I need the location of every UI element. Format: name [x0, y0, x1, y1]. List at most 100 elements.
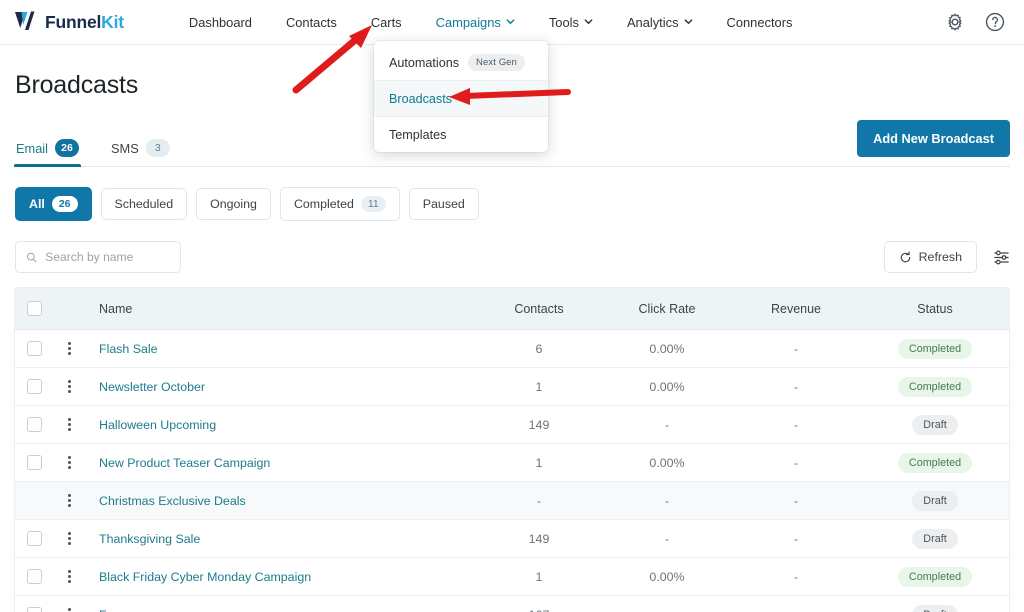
table-row[interactable]: New Product Teaser Campaign 1 0.00% - Comple… [15, 444, 1009, 482]
nav-item-tools[interactable]: Tools [532, 9, 610, 36]
table-row[interactable]: Free course167--Draft [15, 596, 1009, 612]
nav-item-label: Connectors [726, 14, 793, 30]
filter-pill-ongoing[interactable]: Ongoing [196, 188, 271, 220]
status-badge: Completed [897, 338, 973, 359]
add-new-broadcast-button[interactable]: Add New Broadcast [857, 120, 1010, 157]
top-nav-actions [944, 11, 1006, 33]
row-actions-menu-button[interactable] [53, 342, 85, 355]
tab-email[interactable]: Email 26 [14, 139, 81, 167]
kebab-menu-icon [67, 418, 71, 431]
row-actions-menu-button[interactable] [53, 380, 85, 393]
row-select-cell [15, 455, 53, 470]
search-box[interactable] [15, 241, 181, 273]
nav-item-label: Contacts [285, 14, 337, 30]
row-revenue-cell: - [793, 341, 799, 356]
table-row[interactable]: Newsletter October 1 0.00% - Completed [15, 368, 1009, 406]
table-row[interactable]: Flash Sale 6 0.00% - Completed [15, 330, 1009, 368]
nav-item-connectors[interactable]: Connectors [710, 9, 810, 36]
row-contacts-cell: 1 [535, 455, 543, 470]
row-checkbox[interactable] [26, 455, 42, 470]
table-row[interactable]: Thanksgiving Sale 149 - - Draft [15, 520, 1009, 558]
row-checkbox[interactable] [26, 417, 42, 432]
kebab-menu-icon [67, 494, 71, 507]
search-input[interactable] [45, 250, 170, 264]
filter-pill-badge: 11 [360, 196, 386, 212]
row-click-rate-cell: - [664, 493, 670, 508]
nav-item-carts[interactable]: Carts [354, 9, 419, 36]
column-header-name[interactable]: Name [85, 302, 475, 316]
column-header-revenue[interactable]: Revenue [731, 302, 861, 316]
funnelkit-logo[interactable]: FunnelKit [14, 10, 124, 34]
nav-item-contacts[interactable]: Contacts [269, 9, 354, 36]
filter-pill-all[interactable]: All 26 [15, 187, 92, 221]
dropdown-item-automations[interactable]: Automations Next Gen [374, 45, 548, 80]
status-filter-pills: All 26 Scheduled Ongoing Completed 11 Pa… [14, 167, 1010, 221]
row-select-cell [15, 417, 53, 432]
tab-sms[interactable]: SMS 3 [109, 139, 172, 166]
status-badge: Draft [912, 604, 958, 612]
table-body: Flash Sale 6 0.00% - Completed Newsletter Oct… [15, 330, 1009, 612]
row-checkbox[interactable] [26, 379, 42, 394]
sliders-icon[interactable] [993, 249, 1010, 266]
row-name-cell: Black Friday Cyber Monday Campaign [85, 570, 475, 584]
broadcast-name-link[interactable]: Free course [99, 608, 165, 612]
row-status-cell: Completed [861, 376, 1009, 397]
row-status-cell: Completed [861, 338, 1009, 359]
broadcast-name-link[interactable]: New Product Teaser Campaign [99, 456, 270, 470]
row-click-rate-cell: - [603, 608, 731, 612]
row-name-cell: Thanksgiving Sale [85, 532, 475, 546]
row-actions-menu-button[interactable] [53, 418, 85, 431]
broadcast-name-link[interactable]: Thanksgiving Sale [99, 532, 200, 546]
row-actions-menu-button[interactable] [53, 494, 85, 507]
row-click-rate-cell: - [664, 417, 670, 432]
broadcast-name-link[interactable]: Newsletter October [99, 380, 205, 394]
kebab-menu-icon [67, 456, 71, 469]
logo-text-kit: Kit [101, 11, 124, 32]
row-checkbox[interactable] [26, 531, 42, 546]
broadcast-name-link[interactable]: Christmas Exclusive Deals [99, 494, 246, 508]
filter-pill-paused[interactable]: Paused [408, 188, 479, 220]
broadcast-name-link[interactable]: Halloween Upcoming [99, 418, 216, 432]
broadcast-name-link[interactable]: Flash Sale [99, 342, 158, 356]
filter-pill-label: All [29, 197, 45, 211]
nav-item-analytics[interactable]: Analytics [610, 9, 710, 36]
row-contacts-cell: 149 [528, 531, 550, 546]
nav-item-dashboard[interactable]: Dashboard [172, 9, 269, 36]
toolbar-actions: Refresh [883, 241, 1010, 273]
nav-item-label: Campaigns [435, 14, 501, 30]
chevron-down-icon [684, 18, 692, 24]
filter-pill-completed[interactable]: Completed 11 [279, 187, 400, 221]
help-circle-icon[interactable] [984, 11, 1006, 33]
row-actions-menu-button[interactable] [53, 608, 85, 612]
row-actions-menu-button[interactable] [53, 532, 85, 545]
table-row[interactable]: Christmas Exclusive Deals - - - Draft [15, 482, 1009, 520]
table-row[interactable]: Black Friday Cyber Monday Campaign 1 0.00%… [15, 558, 1009, 596]
column-header-contacts[interactable]: Contacts [475, 302, 603, 316]
row-revenue-cell: - [793, 531, 799, 546]
row-checkbox[interactable] [26, 607, 42, 612]
row-checkbox[interactable] [26, 341, 42, 356]
tab-label: Email [16, 140, 48, 156]
nav-item-campaigns[interactable]: Campaigns [419, 9, 532, 36]
row-revenue-cell: - [793, 455, 799, 470]
kebab-menu-icon [67, 608, 71, 612]
filter-pill-scheduled[interactable]: Scheduled [100, 188, 188, 220]
column-header-click-rate[interactable]: Click Rate [603, 302, 731, 316]
row-actions-menu-button[interactable] [53, 456, 85, 469]
top-navigation-bar: FunnelKit Dashboard Contacts Carts Campa… [0, 0, 1024, 45]
select-all-checkbox[interactable] [26, 301, 42, 316]
gear-icon[interactable] [944, 11, 966, 33]
row-revenue-cell: - [793, 569, 799, 584]
column-header-status[interactable]: Status [861, 302, 1009, 316]
row-contacts-cell: 1 [535, 569, 543, 584]
row-checkbox[interactable] [26, 569, 42, 584]
row-contacts-cell: 167 [475, 608, 603, 612]
dropdown-item-broadcasts[interactable]: Broadcasts [374, 81, 548, 116]
refresh-button[interactable]: Refresh [883, 241, 977, 273]
dropdown-item-templates[interactable]: Templates [374, 117, 548, 152]
row-name-cell: New Product Teaser Campaign [85, 456, 475, 470]
row-actions-menu-button[interactable] [53, 570, 85, 583]
broadcast-name-link[interactable]: Black Friday Cyber Monday Campaign [99, 570, 311, 584]
table-row[interactable]: Halloween Upcoming 149 - - Draft [15, 406, 1009, 444]
refresh-icon [900, 250, 910, 262]
